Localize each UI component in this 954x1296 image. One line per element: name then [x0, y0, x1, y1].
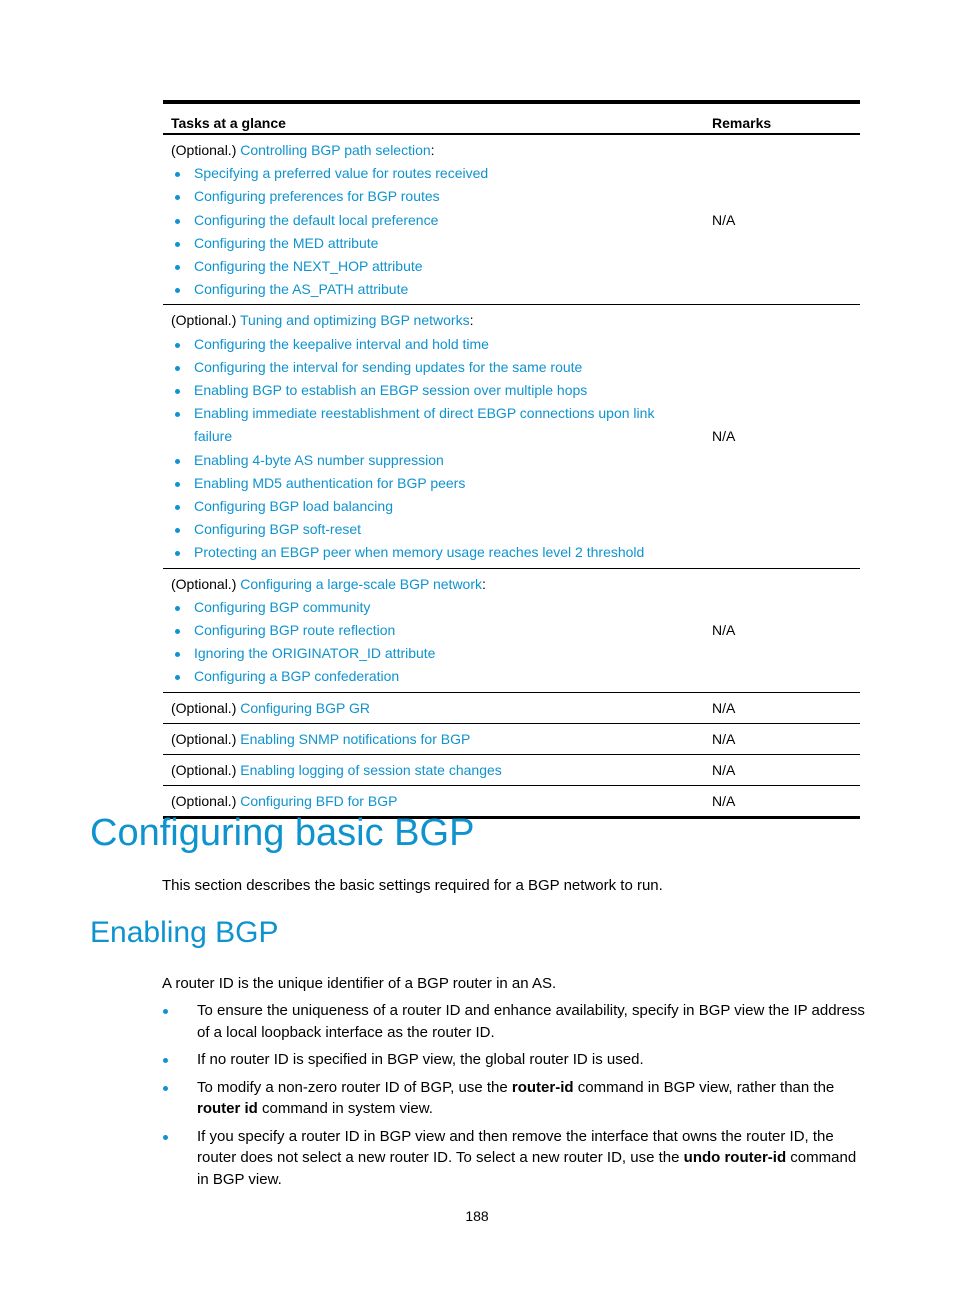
task-cell: (Optional.) Controlling BGP path selecti…	[163, 134, 704, 305]
subtask-link[interactable]: Enabling BGP to establish an EBGP sessio…	[171, 379, 696, 402]
table-row: (Optional.) Configuring BGP GR N/A	[163, 691, 860, 724]
table-body: (Optional.) Controlling BGP path selecti…	[163, 134, 860, 818]
subtask-link[interactable]: Configuring the AS_PATH attribute	[171, 278, 696, 301]
optional-label: (Optional.)	[171, 142, 241, 158]
task-link[interactable]: Configuring a large-scale BGP network	[240, 576, 482, 592]
router-id-bullet-list: To ensure the uniqueness of a router ID …	[162, 1000, 867, 1196]
task-link[interactable]: Configuring BFD for BGP	[240, 793, 397, 809]
task-link[interactable]: Enabling logging of session state change…	[240, 762, 502, 778]
optional-label: (Optional.)	[171, 793, 241, 810]
list-item: If you specify a router ID in BGP view a…	[162, 1126, 867, 1191]
subtask-list: Configuring BGP community Configuring BGP…	[171, 596, 696, 689]
subtask-link[interactable]: Configuring the MED attribute	[171, 232, 696, 255]
subtask-link[interactable]: Configuring the NEXT_HOP attribute	[171, 255, 696, 278]
subtask-link[interactable]: Configuring the interval for sending upd…	[171, 356, 696, 379]
task-link[interactable]: Tuning and optimizing BGP networks	[240, 312, 470, 328]
command-keyword: undo router-id	[683, 1149, 787, 1166]
task-cell: (Optional.) Enabling SNMP notifications …	[163, 722, 704, 755]
subtask-link[interactable]: Configuring BGP load balancing	[171, 495, 696, 518]
subtask-link[interactable]: Enabling MD5 authentication for BGP peer…	[171, 472, 696, 495]
command-keyword: router-id	[511, 1078, 574, 1096]
optional-label: (Optional.)	[171, 312, 240, 329]
remark-cell: N/A	[704, 785, 860, 818]
task-heading: (Optional.) Configuring BFD for BGP	[171, 790, 696, 813]
page-number: 188	[465, 1208, 489, 1224]
list-text: To ensure the uniqueness of a router ID …	[197, 1002, 865, 1041]
task-suffix: :	[430, 142, 435, 158]
remark-cell: N/A	[704, 722, 860, 755]
task-link[interactable]: Enabling SNMP notifications for BGP	[240, 731, 470, 747]
section-title: Configuring basic BGP	[90, 812, 475, 854]
task-link[interactable]: Configuring BGP GR	[240, 700, 370, 716]
remark-cell: N/A	[712, 211, 736, 228]
table-row: (Optional.) Controlling BGP path selecti…	[163, 134, 860, 305]
subtask-link[interactable]: Configuring BGP route reflection	[171, 619, 696, 642]
task-suffix: :	[482, 575, 486, 592]
list-item: To ensure the uniqueness of a router ID …	[162, 1000, 867, 1043]
table-row: (Optional.) Tuning and optimizing BGP ne…	[163, 304, 860, 569]
list-item: To modify a non-zero router ID of BGP, u…	[162, 1077, 867, 1120]
subtask-link[interactable]: Configuring the default local preference	[171, 209, 696, 232]
task-heading: (Optional.) Configuring BGP GR	[171, 697, 696, 720]
subtask-link[interactable]: Configuring preferences for BGP routes	[171, 185, 696, 208]
tasks-table: Tasks at a glance Remarks (Optional.) Co…	[163, 100, 860, 820]
subtask-list: Configuring the keepalive interval and h…	[171, 333, 696, 565]
remark-cell: N/A	[704, 691, 860, 724]
header-remarks: Remarks	[704, 102, 860, 135]
task-cell: (Optional.) Configuring BGP GR	[163, 691, 704, 724]
subsection-title: Enabling BGP	[90, 916, 279, 949]
task-cell: (Optional.) Configuring a large-scale BG…	[163, 567, 704, 693]
optional-label: (Optional.)	[171, 575, 241, 592]
list-text: If no router ID is specified in BGP view…	[197, 1051, 644, 1068]
task-heading: (Optional.) Configuring a large-scale BG…	[171, 573, 696, 596]
remark-cell: N/A	[704, 754, 860, 786]
task-heading: (Optional.) Tuning and optimizing BGP ne…	[171, 309, 696, 332]
subtask-link[interactable]: Configuring a BGP confederation	[171, 665, 696, 688]
subtask-link[interactable]: Enabling immediate reestablishment of di…	[171, 402, 696, 448]
table-header-row: Tasks at a glance Remarks	[163, 102, 860, 135]
subtask-list: Specifying a preferred value for routes …	[171, 162, 696, 301]
list-text: command in system view.	[257, 1100, 433, 1117]
subtask-link[interactable]: Configuring BGP soft-reset	[171, 518, 696, 541]
list-text: To modify a non-zero router ID of BGP, u…	[197, 1078, 512, 1096]
table-row: (Optional.) Configuring a large-scale BG…	[163, 567, 860, 693]
task-heading: (Optional.) Enabling SNMP notifications …	[171, 728, 696, 751]
optional-label: (Optional.)	[171, 699, 241, 716]
task-cell: (Optional.) Enabling logging of session …	[163, 754, 704, 786]
section-intro: This section describes the basic setting…	[162, 877, 663, 894]
optional-label: (Optional.)	[171, 730, 241, 747]
task-heading: (Optional.) Enabling logging of session …	[171, 759, 696, 782]
task-link[interactable]: Controlling BGP path selection	[240, 142, 430, 158]
task-heading: (Optional.) Controlling BGP path selecti…	[171, 139, 696, 162]
header-tasks: Tasks at a glance	[163, 102, 704, 135]
subtask-link[interactable]: Configuring the keepalive interval and h…	[171, 333, 696, 356]
subtask-link[interactable]: Protecting an EBGP peer when memory usag…	[171, 541, 696, 564]
subtask-link[interactable]: Ignoring the ORIGINATOR_ID attribute	[171, 642, 696, 665]
remark-cell: N/A	[704, 567, 860, 693]
subtask-link[interactable]: Specifying a preferred value for routes …	[171, 162, 696, 185]
task-suffix: :	[469, 312, 474, 329]
table-row: (Optional.) Enabling SNMP notifications …	[163, 722, 860, 755]
subtask-link[interactable]: Configuring BGP community	[171, 596, 696, 619]
list-item: If no router ID is specified in BGP view…	[162, 1049, 867, 1071]
table-row: (Optional.) Enabling logging of session …	[163, 754, 860, 786]
command-keyword: router id	[197, 1100, 258, 1117]
subsection-intro: A router ID is the unique identifier of …	[162, 975, 557, 992]
remark-cell: N/A	[704, 304, 860, 569]
subtask-link[interactable]: Enabling 4-byte AS number suppression	[171, 449, 696, 472]
list-text: command in BGP view, rather than the	[573, 1078, 835, 1096]
optional-label: (Optional.)	[171, 762, 241, 779]
task-cell: (Optional.) Tuning and optimizing BGP ne…	[163, 304, 704, 569]
